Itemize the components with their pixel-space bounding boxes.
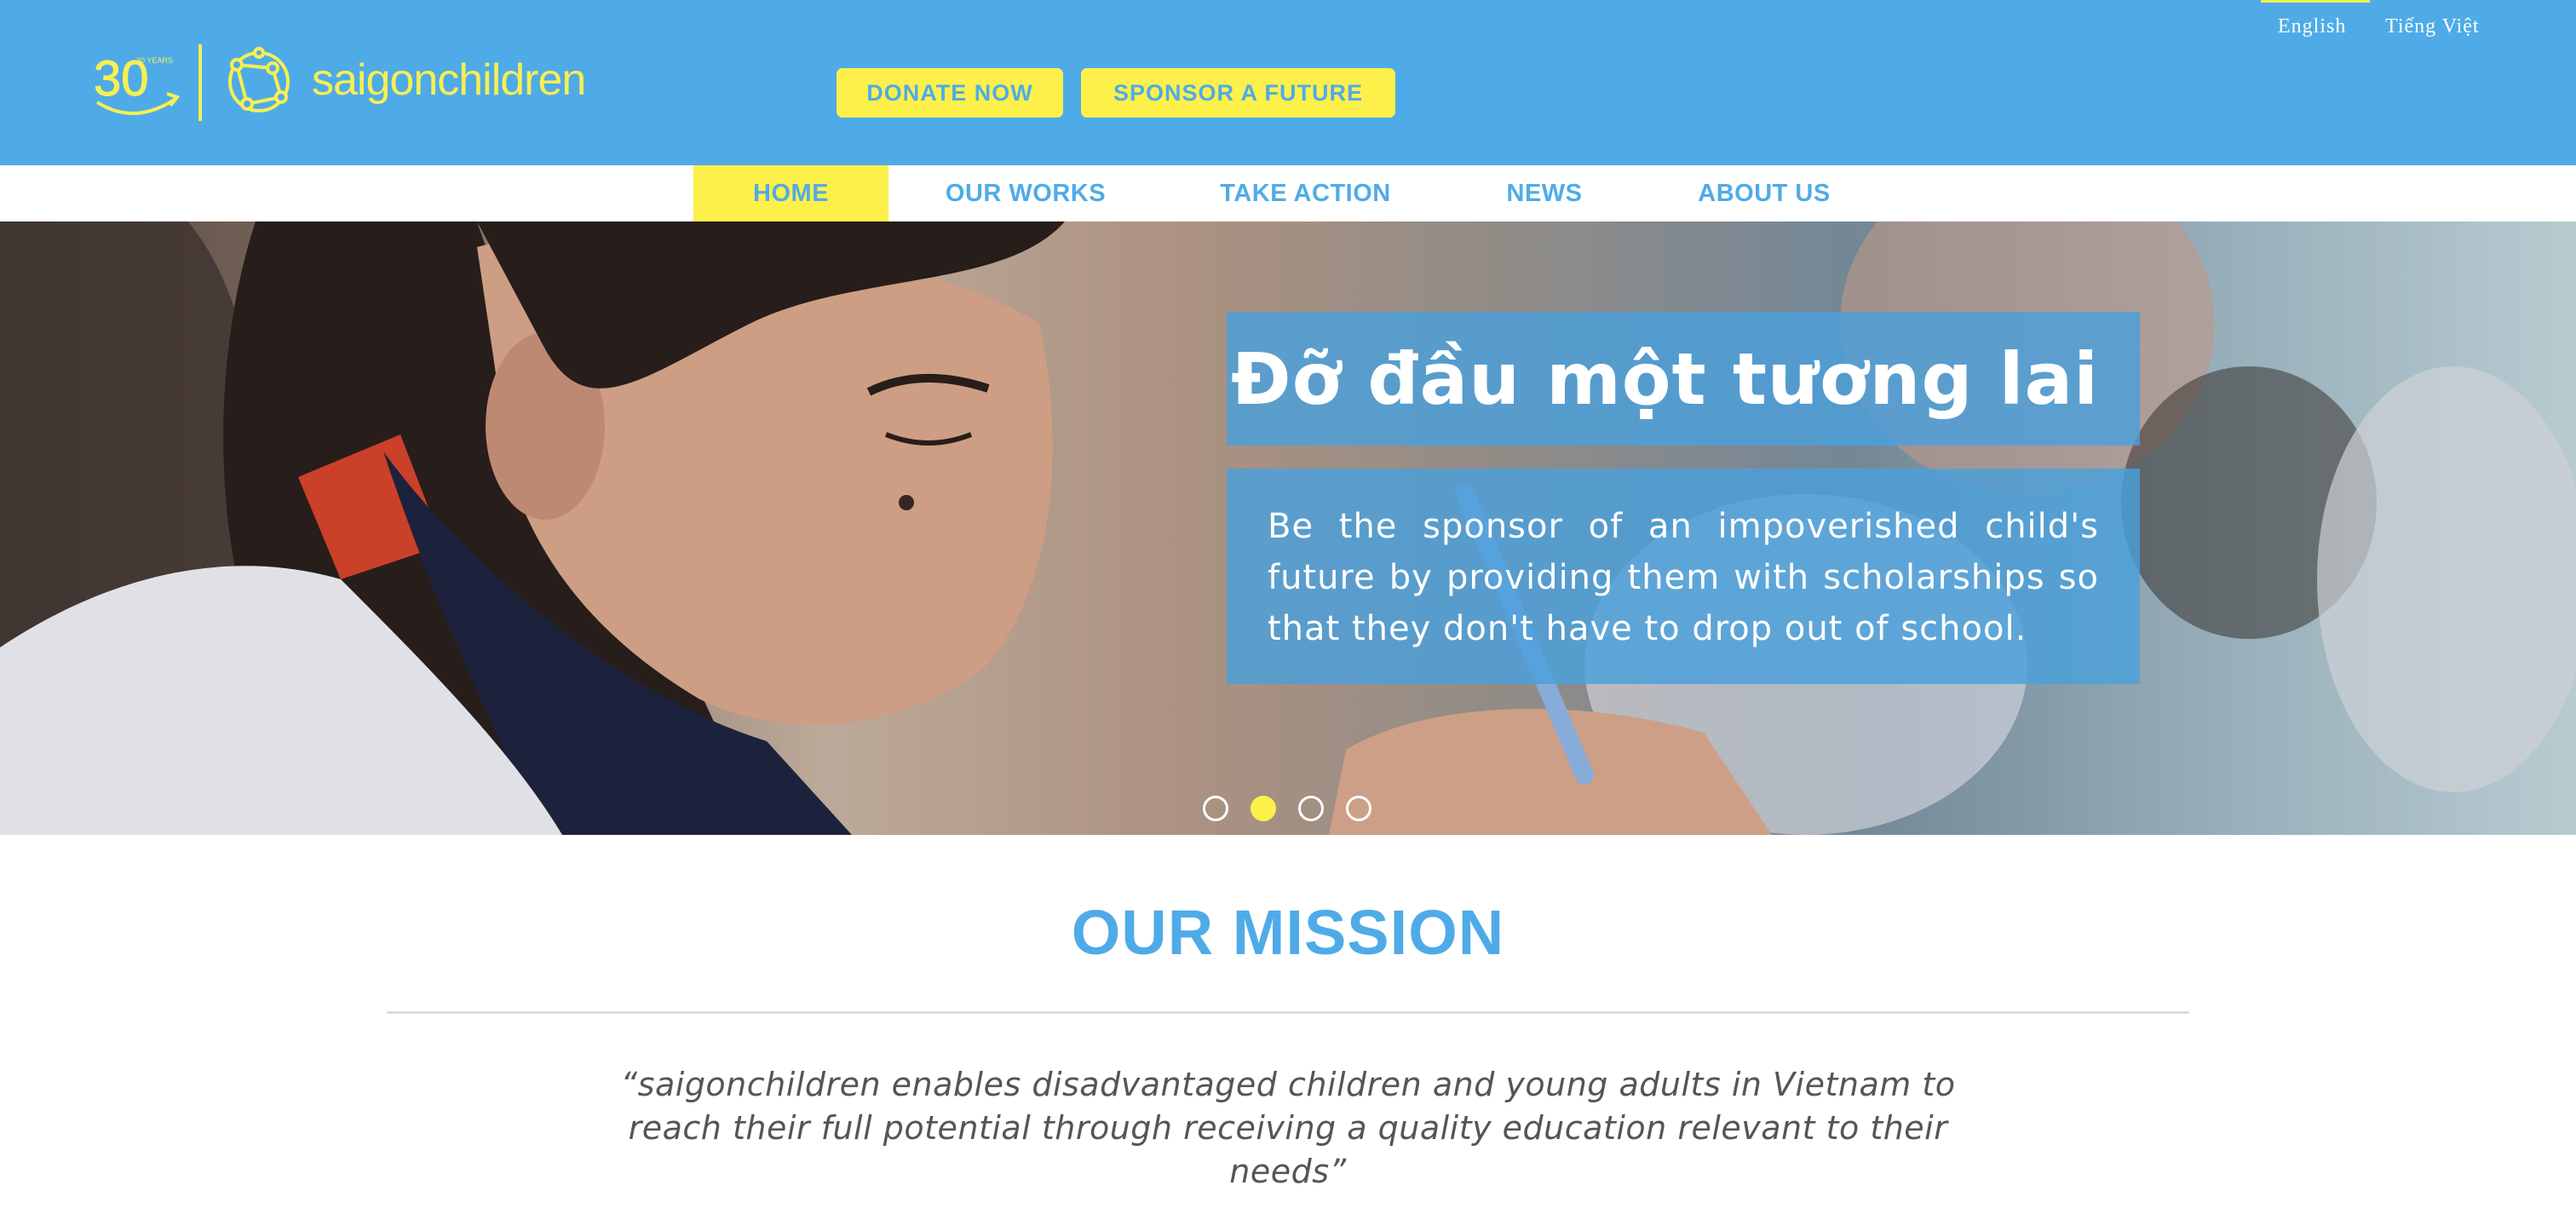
nav-item-take-action[interactable]: TAKE ACTION [1201, 165, 1410, 221]
carousel-dot-3[interactable] [1298, 796, 1324, 821]
hero-description: Be the sponsor of an impoverished child'… [1268, 507, 2099, 648]
language-active-indicator [2261, 0, 2370, 3]
nav-item-news[interactable]: NEWS [1482, 165, 1607, 221]
hero-text-box: Be the sponsor of an impoverished child'… [1227, 469, 2140, 684]
nav-item-about-us[interactable]: ABOUT US [1675, 165, 1854, 221]
site-header: 30 30 YEARS saigonchildren English Tiếng… [0, 0, 2576, 165]
language-english-link[interactable]: English [2278, 15, 2346, 38]
svg-text:30 YEARS: 30 YEARS [136, 56, 173, 65]
saigonchildren-logo[interactable]: 30 30 YEARS saigonchildren [92, 43, 595, 128]
carousel-dot-2[interactable] [1251, 796, 1276, 821]
nav-item-our-works[interactable]: OUR WORKS [929, 165, 1123, 221]
nav-item-home[interactable]: HOME [693, 165, 888, 221]
hero-carousel[interactable]: Đỡ đầu một tương lai Be the sponsor of a… [0, 221, 2576, 835]
hero-title-box: Đỡ đầu một tương lai [1227, 312, 2140, 446]
sponsor-a-future-button[interactable]: SPONSOR A FUTURE [1081, 68, 1395, 118]
mission-divider [387, 1011, 2189, 1014]
main-nav: HOME OUR WORKS TAKE ACTION NEWS ABOUT US [0, 165, 2576, 221]
language-vietnamese-link[interactable]: Tiếng Việt [2385, 15, 2480, 38]
donate-now-button[interactable]: DONATE NOW [837, 68, 1063, 118]
hero-title: Đỡ đầu một tương lai [1231, 337, 2099, 421]
mission-quote: “saigonchildren enables disadvantaged ch… [620, 1066, 1956, 1190]
logo-wordmark: saigonchildren [312, 55, 586, 105]
carousel-dot-1[interactable] [1203, 796, 1228, 821]
carousel-pagination [1203, 796, 1371, 821]
carousel-dot-4[interactable] [1346, 796, 1371, 821]
mission-title: OUR MISSION [1071, 897, 1505, 968]
